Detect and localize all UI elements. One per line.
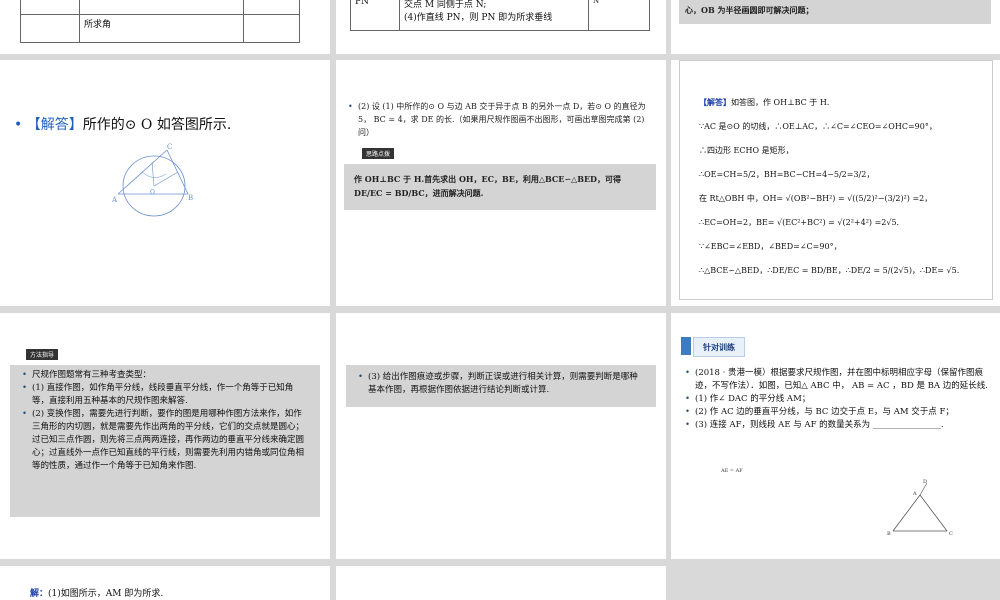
solution-label: 解：	[30, 589, 49, 599]
hint-box: 心，OB 为半径画圆即可解决问题；	[679, 0, 991, 24]
solution-line: ∵AC 是⊙O 的切线，∴OE⊥AC，∴∠C=∠CEO=∠OHC=90°，	[699, 122, 937, 131]
solution-line: ∴EC=OH=2，BE= √(EC²+BC²) = √(2²+4²) =2√5.	[699, 218, 900, 227]
method-item: (3) 给出作图痕迹或步骤，判断正误或进行相关计算，则需要判断是哪种基本作图，再…	[358, 371, 646, 397]
solution-line: ∴四边形 ECHO 是矩形，	[699, 146, 794, 155]
hint-box: 作 OH⊥BC 于 H.首先求出 OH，EC，BE，利用△BCE∽△BED，可得…	[344, 164, 656, 210]
solution-line: ∴△BCE∽△BED，∴DE/EC = BD/BE，∴DE/2 = 5/(2√5…	[699, 266, 960, 275]
table-cell: PN	[350, 0, 400, 31]
method-box: 尺规作图题常有三种考查类型： (1) 直接作图，如作角平分线，线段垂直平分线，作…	[10, 365, 320, 517]
svg-text:C: C	[167, 143, 172, 151]
method-item: 尺规作图题常有三种考查类型：	[22, 369, 310, 382]
method-box: (3) 给出作图痕迹或步骤，判断正误或进行相关计算，则需要判断是哪种基本作图，再…	[346, 365, 656, 407]
hint-text: 作 OH⊥BC 于 H.首先求出 OH，EC，BE，利用△BCE∽△BED，可得…	[354, 174, 621, 198]
solution-label: 【解答】	[699, 97, 731, 107]
slide-bottom-left[interactable]: 解：(1)如图所示，AM 即为所求.	[0, 566, 330, 600]
solution-line: ∴OE=CH=5/2，BH=BC−CH=4−5/2=3/2，	[699, 170, 875, 179]
svg-text:O: O	[150, 189, 155, 196]
method-item: (2) 变换作图，需要先进行判断，要作的图是用哪种作图方法来作，如作三角形的内切…	[22, 408, 310, 473]
practice-item: (2) 作 AC 边的垂直平分线，与 BC 边交于点 E，与 AM 交于点 F；	[685, 406, 995, 419]
label-a: A	[912, 491, 917, 497]
circle-figure: A C B O	[112, 143, 193, 217]
solution-body: 【解答】如答图，作 OH⊥BC 于 H. ∵AC 是⊙O 的切线，∴OE⊥AC，…	[699, 90, 989, 283]
table-cell: 所求角	[79, 14, 244, 43]
practice-item: (3) 连接 AF，则线段 AE 与 AF 的数量关系为 ___________…	[685, 419, 995, 432]
practice-item: (2018 · 贵港一模）根据要求尺规作图，并在图中标明相应字母（保留作图痕迹，…	[685, 367, 995, 393]
triangle-figure: D A B C	[887, 479, 953, 535]
question-text: (2) 设 (1) 中所作的⊙ O 与边 AB 交于异于点 B 的另外一点 D，…	[348, 100, 652, 139]
practice-banner: 针对训练	[681, 335, 745, 357]
slide-top-right[interactable]: 心，OB 为半径画圆即可解决问题；	[671, 0, 1000, 54]
banner-label: 针对训练	[693, 337, 745, 357]
slide-solution[interactable]: 【解答】如答图，作 OH⊥BC 于 H. ∵AC 是⊙O 的切线，∴OE⊥AC，…	[671, 60, 1000, 306]
answer-label: 【解答】	[26, 117, 83, 133]
small-label: AE = AF	[721, 468, 743, 474]
practice-item: (1) 作∠ DAC 的平分线 AM；	[685, 393, 995, 406]
table-cell: N	[588, 0, 650, 31]
solution-line: 解：(1)如图所示，AM 即为所求.	[30, 586, 163, 599]
hint-text: 心，OB 为半径画圆即可解决问题；	[685, 5, 814, 15]
label-c: C	[949, 531, 953, 535]
solution-line: ∵∠EBC=∠EBD，∠BED=∠C=90°，	[699, 242, 842, 251]
method-table: PN 交点 M 同侧于点 N; (4)作直线 PN，则 PN 即为所求垂线 N	[350, 0, 650, 31]
answer-line: • 【解答】所作的⊙ O 如答图所示.	[14, 117, 232, 133]
table-cell: (4)作直线 PN，则 PN 即为所求垂线	[404, 13, 553, 23]
svg-text:A: A	[112, 196, 118, 204]
method-item: (1) 直接作图，如作角平分线，线段垂直平分线，作一个角等于已知角等，直接利用五…	[22, 382, 310, 408]
slide-top-left[interactable]: 所求角	[0, 0, 330, 54]
slide-question-2[interactable]: (2) 设 (1) 中所作的⊙ O 与边 AB 交于异于点 B 的另外一点 D，…	[336, 60, 666, 306]
solution-text: (1)如图所示，AM 即为所求.	[48, 589, 164, 599]
solution-line: 如答图，作 OH⊥BC 于 H.	[731, 98, 830, 107]
method-table: 所求角	[20, 0, 300, 43]
slide-method-3[interactable]: (3) 给出作图痕迹或步骤，判断正误或进行相关计算，则需要判断是哪种基本作图，再…	[336, 313, 666, 559]
answer-text: 所作的⊙ O 如答图所示.	[82, 117, 232, 133]
slide-top-mid[interactable]: PN 交点 M 同侧于点 N; (4)作直线 PN，则 PN 即为所求垂线 N	[336, 0, 666, 54]
slide-method-guide[interactable]: 方法指导 尺规作图题常有三种考查类型： (1) 直接作图，如作角平分线，线段垂直…	[0, 313, 330, 559]
label-b: B	[887, 531, 891, 535]
slide-bottom-mid[interactable]	[336, 566, 666, 600]
slide-answer-figure[interactable]: • 【解答】所作的⊙ O 如答图所示. A C B O	[0, 60, 330, 306]
table-cell: 交点 M 同侧于点 N;	[404, 0, 487, 10]
method-tag: 方法指导	[26, 349, 59, 360]
slide-bottom-right[interactable]	[671, 566, 1000, 600]
solution-line: 在 Rt△OBH 中，OH= √(OB²−BH²) = √((5/2)²−(3/…	[699, 194, 933, 203]
svg-text:B: B	[188, 194, 193, 202]
label-d: D	[923, 479, 927, 485]
hint-tag: 思路点拨	[362, 148, 395, 159]
slide-practice[interactable]: 针对训练 (2018 · 贵港一模）根据要求尺规作图，并在图中标明相应字母（保留…	[671, 313, 1000, 559]
